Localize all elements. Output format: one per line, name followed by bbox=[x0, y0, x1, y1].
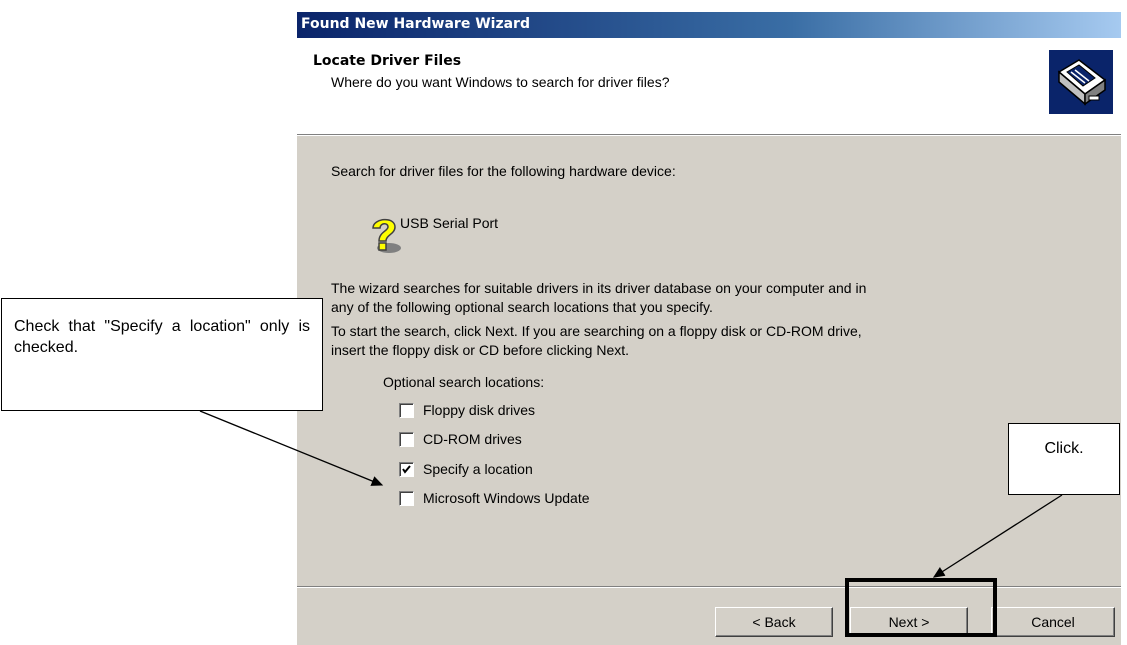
header-title: Locate Driver Files bbox=[313, 53, 462, 69]
option-label: CD-ROM drives bbox=[423, 431, 522, 447]
checkbox[interactable] bbox=[399, 403, 414, 418]
checkbox-checked[interactable] bbox=[399, 462, 414, 477]
cancel-button[interactable]: Cancel bbox=[991, 607, 1115, 637]
hardware-driver-icon bbox=[1049, 50, 1113, 114]
annotation-callout-click: Click. bbox=[1008, 423, 1120, 495]
device-name: USB Serial Port bbox=[400, 215, 499, 231]
instructions-line-2: insert the floppy disk or CD before clic… bbox=[331, 342, 630, 358]
header-divider bbox=[297, 134, 1121, 136]
next-button-highlight bbox=[845, 578, 997, 637]
options-label: Optional search locations: bbox=[383, 374, 545, 390]
description-line-2: any of the following optional search loc… bbox=[331, 299, 713, 315]
checkbox[interactable] bbox=[399, 432, 414, 447]
header-subtitle: Where do you want Windows to search for … bbox=[331, 74, 670, 90]
instructions-line-1: To start the search, click Next. If you … bbox=[331, 323, 862, 339]
checkbox[interactable] bbox=[399, 491, 414, 506]
page: Found New Hardware Wizard Locate Driver … bbox=[0, 0, 1127, 645]
title-bar[interactable]: Found New Hardware Wizard bbox=[297, 12, 1121, 38]
back-button[interactable]: < Back bbox=[715, 607, 833, 637]
option-label: Microsoft Windows Update bbox=[423, 490, 590, 506]
window-title: Found New Hardware Wizard bbox=[301, 16, 530, 32]
footer-divider bbox=[297, 586, 1121, 588]
description-line-1: The wizard searches for suitable drivers… bbox=[331, 280, 867, 296]
annotation-callout-checkbox: Check that "Specify a location" only is … bbox=[1, 298, 323, 411]
option-label: Floppy disk drives bbox=[423, 402, 536, 418]
wizard-dialog: Found New Hardware Wizard Locate Driver … bbox=[297, 12, 1121, 645]
wizard-header: Locate Driver Files Where do you want Wi… bbox=[297, 38, 1121, 134]
checkmark-icon bbox=[402, 465, 411, 474]
option-label: Specify a location bbox=[423, 461, 533, 477]
search-intro-text: Search for driver files for the followin… bbox=[331, 163, 676, 179]
